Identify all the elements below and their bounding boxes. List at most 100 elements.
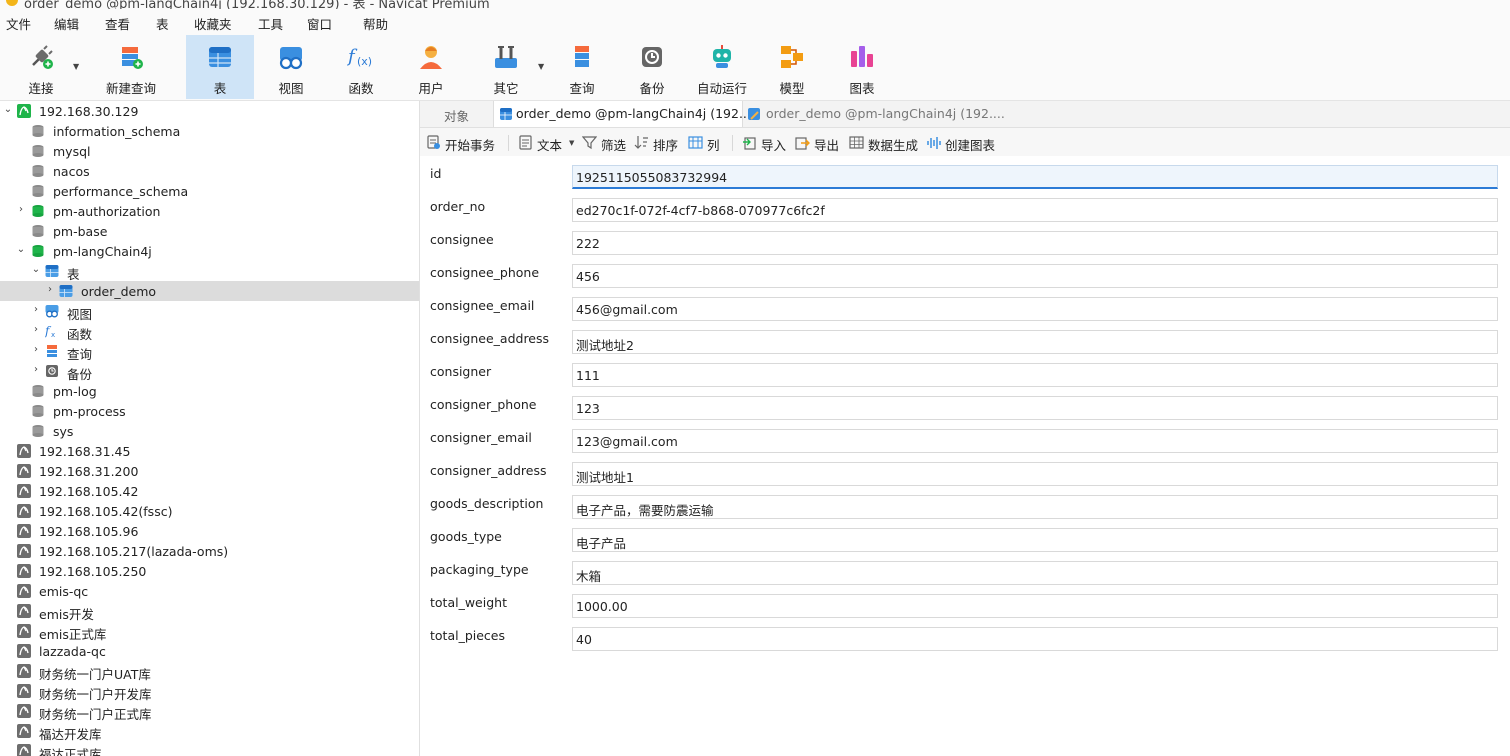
chevron-right-icon[interactable]: › (31, 325, 41, 335)
field-value-input[interactable]: 123@gmail.com (572, 429, 1498, 453)
tree-node[interactable]: 192.168.31.45 (0, 441, 419, 461)
field-value-input[interactable]: 电子产品 (572, 528, 1498, 552)
tree-node[interactable]: › f x 函数 (0, 321, 419, 342)
tree-node-label: performance_schema (53, 184, 189, 199)
tree-node[interactable]: 财务统一门户UAT库 (0, 661, 419, 682)
field-value-input[interactable]: 电子产品，需要防震运输 (572, 495, 1498, 519)
table-label: 表 (213, 81, 227, 96)
chevron-right-icon[interactable]: › (16, 205, 26, 215)
mysql-connection-icon (17, 524, 31, 538)
field-row: total_pieces 40 (420, 621, 1510, 654)
other-dropdown-icon[interactable]: ▼ (538, 62, 544, 71)
tab-order-demo-inactive[interactable]: order_demo @pm-langChain4j (192.... (742, 101, 1005, 127)
view-button[interactable]: 视图 (257, 35, 325, 99)
menu-edit[interactable]: 编辑 (54, 14, 79, 33)
chevron-down-icon[interactable]: ⌄ (16, 245, 26, 255)
tree-node[interactable]: lazzada-qc (0, 641, 419, 661)
menu-window[interactable]: 窗口 (307, 14, 332, 33)
table-edit-icon (748, 108, 760, 120)
text-dropdown-icon[interactable]: ▼ (569, 139, 574, 147)
field-value-text: 电子产品 (576, 536, 627, 551)
field-value-input[interactable]: 222 (572, 231, 1498, 255)
tree-node[interactable]: › pm-authorization (0, 201, 419, 221)
tree-node[interactable]: › 查询 (0, 341, 419, 363)
tree-node[interactable]: 福达正式库 (0, 741, 419, 756)
field-value-input[interactable]: ed270c1f-072f-4cf7-b868-070977c6fc2f (572, 198, 1498, 222)
tree-node-label: pm-process (53, 404, 126, 419)
tree-node[interactable]: mysql (0, 141, 419, 161)
tree-node[interactable]: 192.168.105.42(fssc) (0, 501, 419, 521)
tree-node[interactable]: emis-qc (0, 581, 419, 601)
connect-dropdown-icon[interactable]: ▼ (73, 62, 79, 71)
tree-node[interactable]: ⌄ 表 (0, 261, 419, 283)
function-button[interactable]: f (x) 函数 (327, 35, 395, 99)
mysql-connection-active-icon (17, 104, 31, 118)
tree-node-label: 192.168.30.129 (39, 104, 139, 119)
other-button[interactable]: 其它 (472, 35, 540, 99)
menu-file[interactable]: 文件 (6, 14, 31, 33)
table-button[interactable]: 表 (186, 35, 254, 99)
field-row: order_no ed270c1f-072f-4cf7-b868-070977c6… (420, 192, 1510, 225)
field-value-text: 222 (576, 236, 600, 251)
menu-help[interactable]: 帮助 (363, 14, 388, 33)
chevron-down-icon[interactable]: ⌄ (3, 105, 13, 115)
tree-node[interactable]: information_schema (0, 121, 419, 141)
tree-node[interactable]: sys (0, 421, 419, 441)
tree-node[interactable]: 财务统一门户正式库 (0, 701, 419, 722)
field-value-text: 40 (576, 632, 592, 647)
field-value-input[interactable]: 测试地址1 (572, 462, 1498, 486)
menu-table[interactable]: 表 (156, 14, 169, 33)
svg-text:(x): (x) (357, 55, 372, 68)
field-value-input[interactable]: 40 (572, 627, 1498, 651)
menu-favorites[interactable]: 收藏夹 (194, 14, 232, 33)
chevron-right-icon[interactable]: › (31, 345, 41, 355)
tree-node[interactable]: 192.168.105.217(lazada-oms) (0, 541, 419, 561)
tree-node[interactable]: 福达开发库 (0, 721, 419, 742)
tree-node[interactable]: 192.168.105.96 (0, 521, 419, 541)
tree-node[interactable]: performance_schema (0, 181, 419, 201)
tree-node[interactable]: 192.168.105.42 (0, 481, 419, 501)
field-value-input[interactable]: 1000.00 (572, 594, 1498, 618)
tree-node[interactable]: ⌄ pm-langChain4j (0, 241, 419, 261)
tree-node[interactable]: 192.168.105.250 (0, 561, 419, 581)
field-value-input[interactable]: 456 (572, 264, 1498, 288)
menu-view[interactable]: 查看 (105, 14, 130, 33)
field-value-input[interactable]: 木箱 (572, 561, 1498, 585)
chevron-down-icon[interactable]: ⌄ (31, 265, 41, 275)
new-query-button[interactable]: 新建查询 (83, 35, 179, 99)
field-row: goods_type 电子产品 (420, 522, 1510, 555)
field-label: consigner_email (430, 430, 532, 445)
tree-node[interactable]: 财务统一门户开发库 (0, 681, 419, 702)
model-button[interactable]: 模型 (758, 35, 826, 99)
user-button[interactable]: 用户 (397, 35, 465, 99)
tree-node[interactable]: pm-process (0, 401, 419, 421)
chevron-right-icon[interactable]: › (45, 285, 55, 295)
tab-order-demo-active[interactable]: order_demo @pm-langChain4j (192.... (493, 101, 755, 127)
automation-button[interactable]: 自动运行 (688, 35, 756, 99)
tree-node[interactable]: emis正式库 (0, 621, 419, 642)
query-button[interactable]: 查询 (548, 35, 616, 99)
chevron-right-icon[interactable]: › (31, 365, 41, 375)
backup-button[interactable]: 备份 (618, 35, 686, 99)
tree-node[interactable]: › order_demo (0, 281, 419, 301)
tree-node[interactable]: › 视图 (0, 301, 419, 323)
tree-node[interactable]: 192.168.31.200 (0, 461, 419, 481)
field-value-text: 1925115055083732994 (576, 170, 728, 185)
field-value-input[interactable]: 测试地址2 (572, 330, 1498, 354)
tree-node[interactable]: › 备份 (0, 361, 419, 383)
tree-node[interactable]: pm-base (0, 221, 419, 241)
connect-button[interactable]: 连接 (7, 35, 75, 99)
tree-node[interactable]: nacos (0, 161, 419, 181)
tree-node-label: pm-base (53, 224, 108, 239)
chart-button[interactable]: 图表 (828, 35, 896, 99)
tree-node[interactable]: ⌄ 192.168.30.129 (0, 101, 419, 121)
tree-node[interactable]: emis开发 (0, 601, 419, 622)
tree-node[interactable]: pm-log (0, 381, 419, 401)
menu-tools[interactable]: 工具 (258, 14, 283, 33)
field-value-input[interactable]: 111 (572, 363, 1498, 387)
chevron-right-icon[interactable]: › (31, 305, 41, 315)
field-value-input[interactable]: 123 (572, 396, 1498, 420)
field-value-input[interactable]: 456@gmail.com (572, 297, 1498, 321)
field-value-input[interactable]: 1925115055083732994 (572, 165, 1498, 189)
tab-objects[interactable]: 对象 (420, 101, 492, 127)
